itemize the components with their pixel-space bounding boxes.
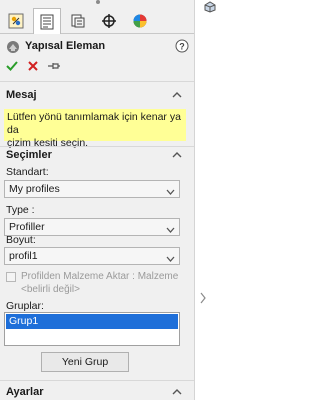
size-dropdown[interactable]: profil1 — [4, 247, 180, 265]
selections-group-title: Seçimler — [6, 149, 52, 161]
tab-bar-drag-handle[interactable] — [92, 0, 104, 6]
chevron-down-icon — [166, 186, 175, 198]
panel-title: Yapısal Eleman — [25, 40, 106, 52]
graphics-area-edge — [194, 0, 223, 400]
featuremanager-icon — [8, 13, 24, 29]
tab-displaymanager[interactable] — [126, 8, 154, 34]
chevron-down-icon — [166, 224, 175, 236]
settings-group-header[interactable]: Ayarlar — [0, 384, 194, 400]
chevron-down-icon — [166, 253, 175, 265]
groups-label: Gruplar: — [6, 300, 44, 312]
transfer-material-label-line: Profilden Malzeme Aktar : Malzeme — [21, 271, 179, 282]
pushpin-icon — [47, 60, 61, 75]
groups-listbox[interactable]: Grup1 — [4, 312, 180, 346]
message-box: Lütfen yönü tanımlamak için kenar ya da … — [4, 109, 186, 149]
message-text-line: Lütfen yönü tanımlamak için kenar ya da — [7, 111, 181, 136]
propertymanager-icon — [39, 14, 55, 30]
displaymanager-icon — [132, 13, 148, 29]
svg-text:?: ? — [179, 42, 185, 52]
tab-featuremanager[interactable] — [2, 8, 30, 34]
chevron-up-icon — [172, 150, 182, 162]
check-icon — [6, 60, 18, 75]
list-item[interactable]: Grup1 — [6, 314, 178, 329]
configurationmanager-icon — [70, 13, 86, 29]
structural-member-icon — [6, 40, 20, 57]
type-label: Type : — [6, 204, 35, 216]
divider — [0, 81, 194, 82]
standard-value: My profiles — [9, 183, 60, 195]
transfer-material-label: Profilden Malzeme Aktar : Malzeme <belir… — [21, 270, 193, 296]
help-icon[interactable]: ? — [175, 39, 189, 56]
tab-configurationmanager[interactable] — [64, 8, 92, 34]
size-value: profil1 — [9, 250, 38, 262]
message-group-header[interactable]: Mesaj — [0, 87, 194, 103]
close-icon — [27, 60, 39, 75]
standard-label: Standart: — [6, 166, 49, 178]
size-label: Boyut: — [6, 234, 36, 246]
divider — [0, 380, 194, 381]
standard-dropdown[interactable]: My profiles — [4, 180, 180, 198]
panel-collapse-handle[interactable] — [200, 292, 206, 304]
part-icon — [203, 1, 217, 16]
keep-visible-button[interactable] — [46, 59, 62, 75]
tab-dimxpertmanager[interactable] — [95, 8, 123, 34]
tab-propertymanager[interactable] — [33, 8, 61, 34]
chevron-up-icon — [172, 387, 182, 399]
manager-tab-bar — [0, 0, 194, 34]
ok-button[interactable] — [4, 59, 20, 75]
cancel-button[interactable] — [25, 59, 41, 75]
settings-group-title: Ayarlar — [6, 386, 44, 398]
transfer-material-row: Profilden Malzeme Aktar : Malzeme <belir… — [6, 270, 192, 298]
chevron-up-icon — [172, 90, 182, 102]
selections-group-header[interactable]: Seçimler — [0, 147, 194, 163]
panel-actions — [0, 59, 194, 75]
new-group-button[interactable]: Yeni Grup — [41, 352, 129, 372]
dimxpertmanager-icon — [101, 13, 117, 29]
panel-title-row: Yapısal Eleman ? — [0, 38, 194, 56]
message-group-title: Mesaj — [6, 89, 37, 101]
transfer-material-checkbox[interactable] — [6, 272, 16, 282]
transfer-material-label-line: <belirli değil> — [21, 284, 80, 295]
type-value: Profiller — [9, 221, 45, 233]
property-manager-panel: Yapısal Eleman ? Mesaj Lütfen yönü tanım… — [0, 34, 194, 400]
